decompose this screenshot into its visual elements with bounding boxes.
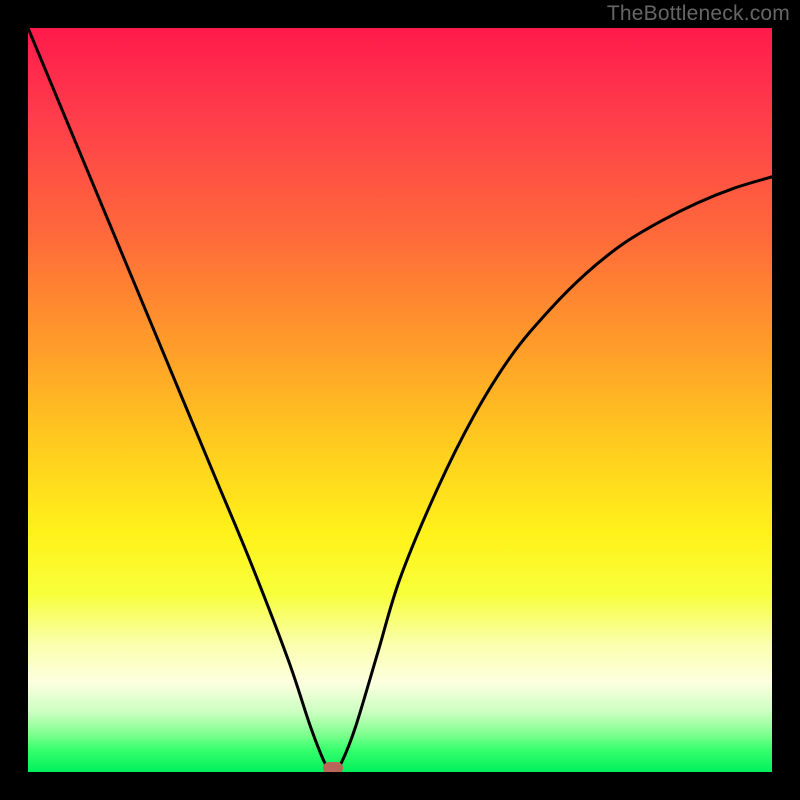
optimum-marker — [323, 762, 343, 772]
plot-area — [28, 28, 772, 772]
chart-frame: TheBottleneck.com — [0, 0, 800, 800]
watermark-text: TheBottleneck.com — [607, 2, 790, 26]
bottleneck-curve — [28, 28, 772, 772]
